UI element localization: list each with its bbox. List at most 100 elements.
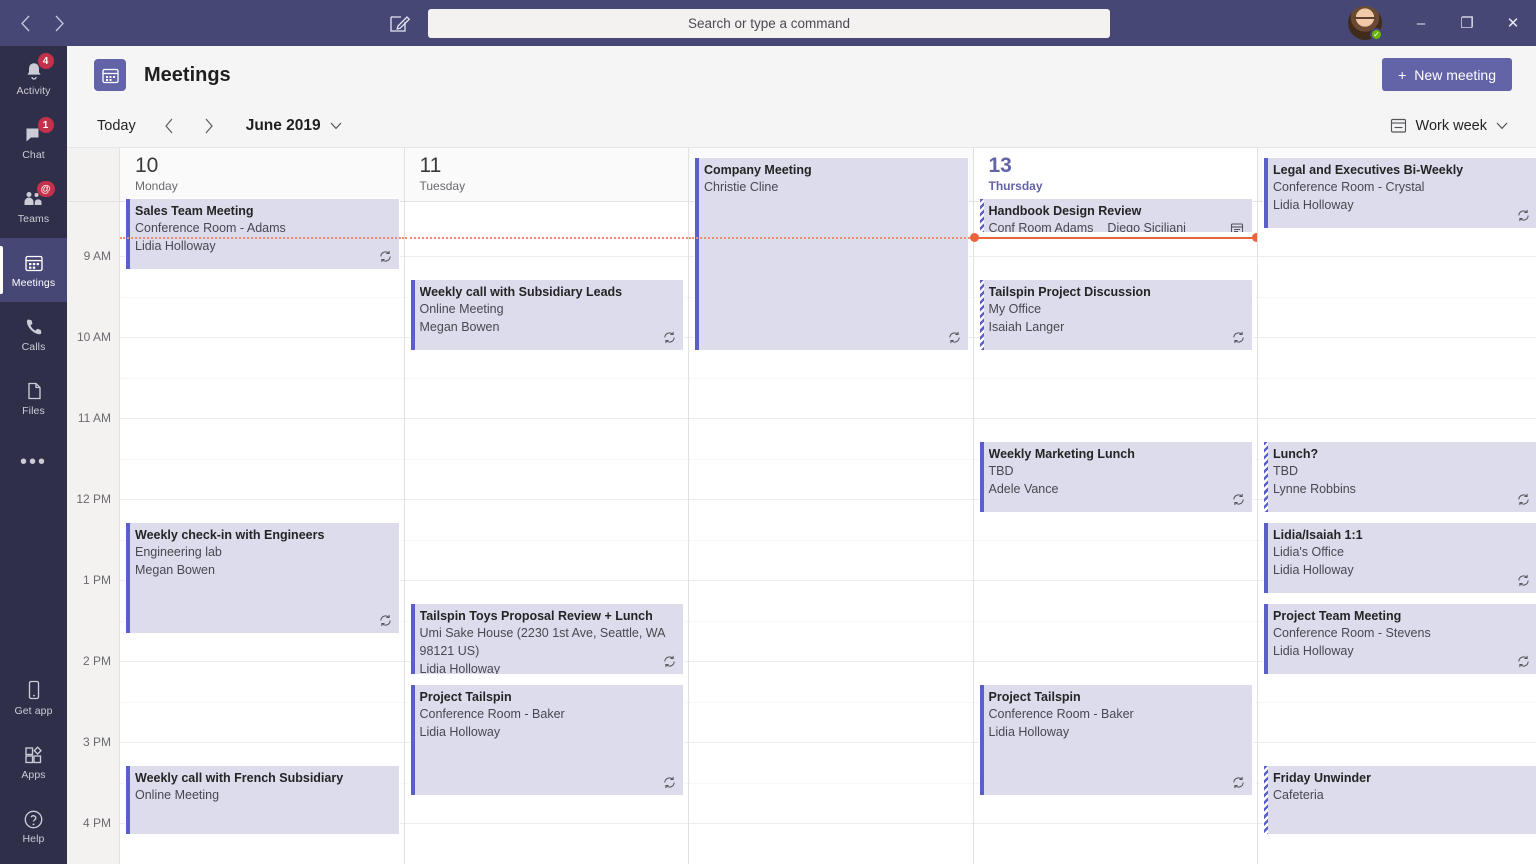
rail-item-calls[interactable]: Calls	[0, 302, 67, 366]
recurring-icon	[663, 776, 676, 791]
rail-item-label: Chat	[22, 149, 45, 161]
recurring-icon	[663, 655, 676, 670]
event-organizer: Lidia Holloway	[988, 725, 1070, 739]
day-column-tuesday[interactable]: Weekly call with Subsidiary Leads Online …	[403, 202, 688, 864]
event-organizer: Diego Siciliani	[1107, 221, 1186, 233]
calendar-event[interactable]: Company Meeting Christie Cline	[694, 157, 969, 351]
calendar-event[interactable]: Project Tailspin Conference Room - Baker L…	[978, 684, 1253, 796]
calendar-event[interactable]: Friday Unwinder Cafeteria	[1263, 765, 1536, 835]
title-bar: Search or type a command ✓ – ❐ ✕	[0, 0, 1536, 46]
event-organizer: Megan Bowen	[419, 320, 500, 334]
rail-item-chat[interactable]: 1 Chat	[0, 110, 67, 174]
event-organizer: Lidia Holloway	[1273, 563, 1354, 577]
event-location: TBD	[988, 464, 1014, 478]
calendar-event[interactable]: Weekly check-in with Engineers Engineerin…	[125, 522, 400, 634]
hour-gridline	[689, 661, 973, 662]
day-header-monday[interactable]: 10 Monday	[119, 148, 404, 201]
rail-item-files[interactable]: Files	[0, 366, 67, 430]
calendar-event[interactable]: Sales Team Meeting Conference Room - Adam…	[125, 198, 400, 270]
current-time-line	[973, 237, 1257, 239]
calendar-event[interactable]: Weekly call with Subsidiary Leads Online …	[409, 279, 684, 351]
event-location: Online Meeting	[135, 788, 220, 802]
event-status-bar	[410, 280, 415, 350]
recurring-icon	[664, 776, 675, 789]
recurring-icon	[379, 614, 392, 629]
recurring-icon	[1517, 209, 1530, 224]
rail-item-apps[interactable]: Apps	[0, 730, 67, 794]
hour-gridline	[689, 742, 973, 743]
compose-icon	[390, 16, 411, 32]
hour-gridline	[120, 661, 404, 662]
rail-item-teams[interactable]: @ Teams	[0, 174, 67, 238]
recurring-icon	[1517, 209, 1529, 222]
today-button[interactable]: Today	[89, 114, 144, 138]
event-location: My Office	[988, 302, 1042, 316]
close-button[interactable]: ✕	[1490, 0, 1536, 46]
compose-button[interactable]	[388, 13, 411, 35]
event-title: Company Meeting	[704, 163, 812, 177]
calendar-event[interactable]: Handbook Design Review Conf Room Adams Die…	[978, 198, 1253, 233]
event-organizer: Adele Vance	[988, 482, 1059, 496]
rail-more-button[interactable]: •••	[0, 430, 67, 494]
previous-week-button[interactable]	[154, 111, 184, 141]
calendar-event[interactable]: Legal and Executives Bi-Weekly Conference…	[1263, 157, 1536, 229]
day-header-tuesday[interactable]: 11 Tuesday	[403, 148, 688, 201]
event-location: Conf Room Adams	[988, 221, 1094, 233]
half-hour-gridline	[1258, 296, 1536, 298]
event-location: Cafeteria	[1273, 788, 1324, 802]
day-column-friday[interactable]: Legal and Executives Bi-Weekly Conference…	[1257, 157, 1536, 864]
event-title: Lunch?	[1273, 447, 1319, 461]
event-status-bar	[1264, 442, 1268, 512]
month-picker[interactable]: June 2019	[246, 117, 342, 135]
day-column-monday[interactable]: Sales Team Meeting Conference Room - Adam…	[119, 198, 404, 864]
event-location: Lidia's Office	[1273, 545, 1344, 559]
event-location: Conference Room - Baker	[419, 707, 565, 721]
event-organizer: Isaiah Langer	[988, 320, 1065, 334]
event-organizer: Lidia Holloway	[135, 239, 216, 253]
rail-item-meetings[interactable]: Meetings	[0, 238, 67, 302]
calendar-event[interactable]: Tailspin Project Discussion My Office Isai…	[978, 279, 1253, 351]
calendar-event[interactable]: Tailspin Toys Proposal Review + Lunch Umi…	[409, 603, 684, 675]
rail-bottom: Get app Apps Help	[0, 666, 67, 858]
files-icon	[27, 382, 41, 400]
calendar-event[interactable]: Weekly call with French Subsidiary Online…	[125, 765, 400, 835]
next-week-button[interactable]	[194, 111, 224, 141]
day-column-wednesday[interactable]: Company Meeting Christie Cline	[688, 157, 973, 864]
rail-item-help[interactable]: Help	[0, 794, 67, 858]
minimize-button[interactable]: –	[1398, 0, 1444, 46]
rail-item-activity[interactable]: 4 Activity	[0, 46, 67, 110]
new-meeting-button[interactable]: + New meeting	[1382, 58, 1512, 91]
time-label: 3 PM	[82, 735, 111, 749]
event-title: Friday Unwinder	[1273, 771, 1371, 785]
event-organizer: Megan Bowen	[135, 563, 215, 577]
calendar-event[interactable]: Project Team Meeting Conference Room - St…	[1263, 603, 1536, 675]
day-header-thursday[interactable]: 13 Thursday	[972, 148, 1257, 201]
recurring-icon	[1517, 574, 1529, 587]
calendar-event[interactable]: Project Tailspin Conference Room - Baker L…	[409, 684, 684, 796]
recurring-icon	[1232, 493, 1245, 508]
view-picker[interactable]: Work week	[1390, 117, 1508, 134]
event-status-bar	[126, 766, 130, 834]
note-icon	[1230, 222, 1244, 232]
back-button[interactable]	[10, 8, 40, 38]
calendar-event[interactable]: Weekly Marketing Lunch TBD Adele Vance	[978, 441, 1253, 513]
search-input[interactable]: Search or type a command	[428, 9, 1110, 38]
chat-icon: 1	[23, 117, 54, 147]
hour-gridline	[404, 823, 688, 824]
calendar-view-icon	[1390, 118, 1406, 133]
rail-item-get-app[interactable]: Get app	[0, 666, 67, 730]
teams-icon: @	[22, 181, 55, 211]
half-hour-gridline	[120, 377, 404, 379]
calendar-event[interactable]: Lunch? TBD Lynne Robbins	[1263, 441, 1536, 513]
rail-item-label: Apps	[21, 769, 46, 781]
day-column-thursday[interactable]: Handbook Design Review Conf Room Adams Die…	[969, 198, 1261, 864]
half-hour-gridline	[1258, 701, 1536, 703]
event-organizer: Lidia Holloway	[1273, 644, 1354, 658]
avatar[interactable]: ✓	[1348, 6, 1383, 41]
time-label: 2 PM	[82, 654, 111, 668]
calendar-event[interactable]: Lidia/Isaiah 1:1 Lidia's Office Lidia Holl…	[1263, 522, 1536, 594]
hour-gridline	[689, 823, 973, 824]
maximize-button[interactable]: ❐	[1444, 0, 1490, 46]
half-hour-gridline	[973, 539, 1257, 541]
forward-button[interactable]	[44, 8, 74, 38]
